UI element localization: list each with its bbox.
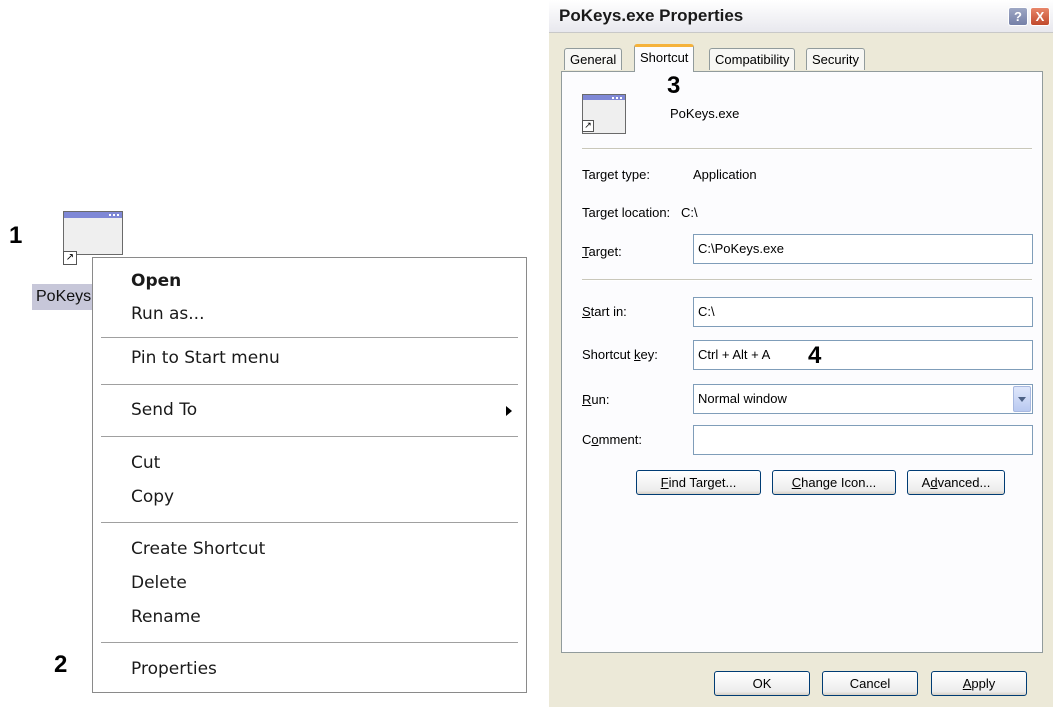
step-3-annotation: 3 [667, 72, 681, 99]
menu-item-pin-to-start[interactable]: Pin to Start menu [131, 348, 280, 368]
menu-item-send-to[interactable]: Send To [131, 400, 197, 420]
menu-separator [101, 436, 518, 437]
menu-item-properties[interactable]: Properties [131, 659, 217, 679]
menu-separator [101, 522, 518, 523]
tab-security[interactable]: Security [806, 48, 865, 70]
dialog-title: PoKeys.exe Properties [559, 6, 744, 25]
run-select[interactable]: Normal window [693, 384, 1033, 414]
chevron-down-icon[interactable] [1013, 386, 1031, 412]
application-icon: ↗ [582, 94, 626, 136]
dialog-titlebar[interactable]: PoKeys.exe Properties ? X [549, 0, 1053, 33]
step-4-annotation: 4 [808, 342, 822, 369]
target-location-label: Target location: [582, 205, 671, 220]
tab-general[interactable]: General [564, 48, 623, 70]
target-field[interactable]: C:\PoKeys.exe [693, 234, 1033, 264]
shortcut-arrow-icon: ↗ [63, 251, 77, 265]
start-in-field[interactable]: C:\ [693, 297, 1033, 327]
close-icon[interactable]: X [1030, 7, 1050, 26]
comment-label: Comment: [582, 432, 642, 447]
apply-button[interactable]: Apply [931, 671, 1027, 696]
application-window-icon [63, 211, 123, 255]
divider [582, 279, 1032, 281]
context-menu: Open Run as... Pin to Start menu Send To… [92, 257, 527, 693]
run-label: Run: [582, 392, 610, 407]
step-2-annotation: 2 [54, 651, 68, 678]
cancel-button[interactable]: Cancel [822, 671, 918, 696]
menu-item-delete[interactable]: Delete [131, 573, 187, 593]
menu-item-cut[interactable]: Cut [131, 453, 160, 473]
menu-separator [101, 337, 518, 338]
menu-separator [101, 642, 518, 643]
ok-button[interactable]: OK [714, 671, 810, 696]
run-select-value: Normal window [698, 391, 787, 406]
menu-item-open[interactable]: Open [131, 271, 181, 291]
shortcut-arrow-icon: ↗ [582, 120, 594, 132]
advanced-button[interactable]: Advanced... [907, 470, 1005, 495]
target-type-value: Application [693, 167, 757, 182]
menu-separator [101, 384, 518, 385]
shortcut-key-label: Shortcut key: [582, 347, 658, 362]
change-icon-button[interactable]: Change Icon... [772, 470, 896, 495]
menu-item-create-shortcut[interactable]: Create Shortcut [131, 539, 265, 559]
properties-dialog: PoKeys.exe Properties ? X General Shortc… [549, 0, 1053, 707]
tab-compatibility[interactable]: Compatibility [709, 48, 796, 70]
submenu-arrow-icon [506, 406, 512, 416]
divider [582, 148, 1032, 150]
target-label: Target: [582, 244, 622, 259]
menu-item-copy[interactable]: Copy [131, 487, 174, 507]
step-1-annotation: 1 [9, 222, 23, 249]
target-location-value: C:\ [681, 205, 698, 220]
menu-item-rename[interactable]: Rename [131, 607, 201, 627]
target-type-label: Target type: [582, 167, 650, 182]
shortcut-key-field[interactable]: Ctrl + Alt + A [693, 340, 1033, 370]
find-target-button[interactable]: Find Target... [636, 470, 761, 495]
tab-shortcut[interactable]: Shortcut [634, 44, 695, 72]
menu-item-run-as[interactable]: Run as... [131, 304, 205, 324]
help-icon[interactable]: ? [1008, 7, 1028, 26]
desktop-shortcut-label[interactable]: PoKeys [32, 284, 94, 310]
start-in-label: Start in: [582, 304, 627, 319]
comment-field[interactable] [693, 425, 1033, 455]
file-name: PoKeys.exe [670, 106, 740, 121]
